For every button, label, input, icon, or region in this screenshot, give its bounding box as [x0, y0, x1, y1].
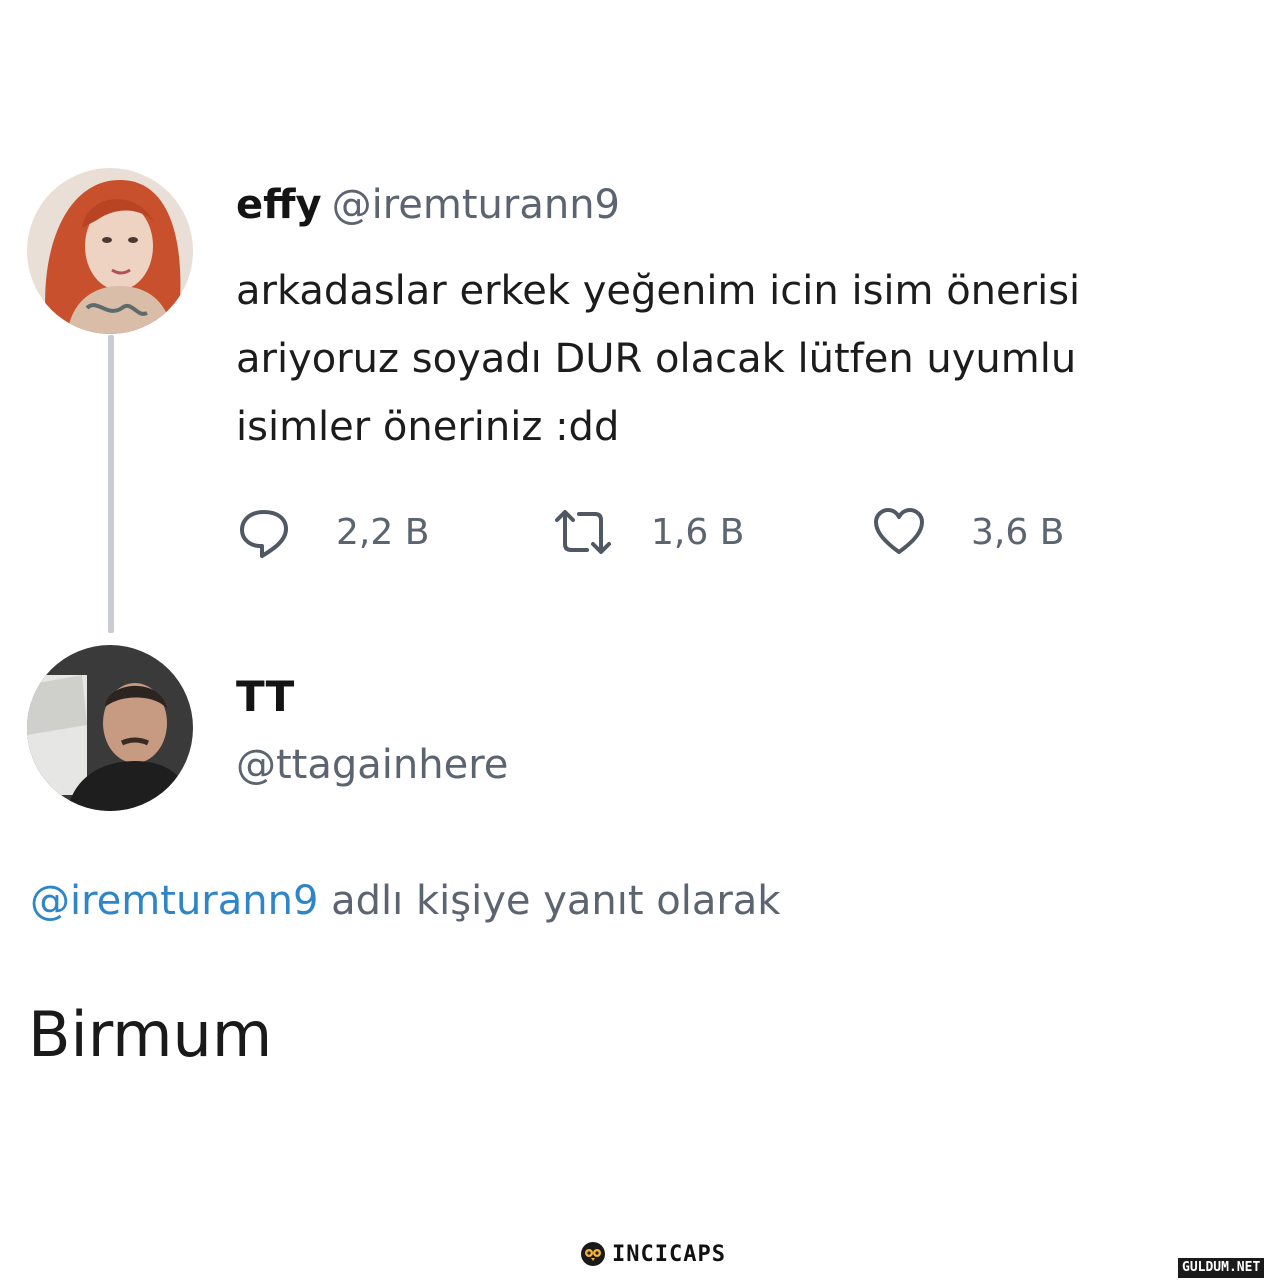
reply-count: 2,2 B — [336, 511, 430, 553]
reply-button[interactable]: 2,2 B — [236, 500, 429, 564]
tweet-text: arkadaslar erkek yeğenim icin isim öneri… — [236, 257, 1236, 461]
comment-icon — [240, 510, 288, 558]
replying-to: @iremturann9 adlı kişiye yanıt olarak — [30, 878, 780, 924]
tweet-actions: 2,2 B 1,6 B 3,6 B — [236, 500, 1136, 564]
tweet-thread: effy @iremturann9 arkadaslar erkek yeğeni… — [0, 0, 1280, 1280]
heart-icon — [874, 508, 924, 554]
avatar[interactable] — [27, 645, 193, 811]
like-count: 3,6 B — [971, 511, 1065, 553]
retweet-icon — [555, 510, 611, 554]
watermark: GULDUM.NET — [1178, 1258, 1265, 1278]
avatar-photo — [27, 645, 193, 811]
mention-link[interactable]: @iremturann9 — [30, 878, 318, 924]
avatar[interactable] — [27, 168, 193, 334]
reply-text: Birmum — [28, 998, 273, 1071]
author-handle[interactable]: @iremturann9 — [332, 182, 620, 228]
like-button[interactable]: 3,6 B — [871, 500, 1064, 564]
brand-logo: INCICAPS — [580, 1239, 726, 1269]
retweet-count: 1,6 B — [651, 511, 745, 553]
author-name[interactable]: TT — [236, 672, 294, 721]
tweet-text-line: arkadaslar erkek yeğenim icin isim öneri… — [236, 268, 1081, 314]
brand-name: INCICAPS — [612, 1241, 726, 1267]
avatar-photo — [27, 168, 193, 334]
author-handle[interactable]: @ttagainhere — [236, 742, 508, 788]
author-name[interactable]: effy — [236, 182, 322, 228]
replying-to-text: adlı kişiye yanıt olarak — [318, 878, 781, 924]
retweet-button[interactable]: 1,6 B — [551, 500, 744, 564]
tweet-header: effy @iremturann9 — [236, 182, 620, 228]
thread-connector-line — [108, 335, 114, 633]
owl-icon — [581, 1242, 605, 1266]
tweet-text-line: ariyoruz soyadı DUR olacak lütfen uyumlu — [236, 336, 1077, 382]
tweet-text-line: isimler öneriniz :dd — [236, 404, 620, 450]
